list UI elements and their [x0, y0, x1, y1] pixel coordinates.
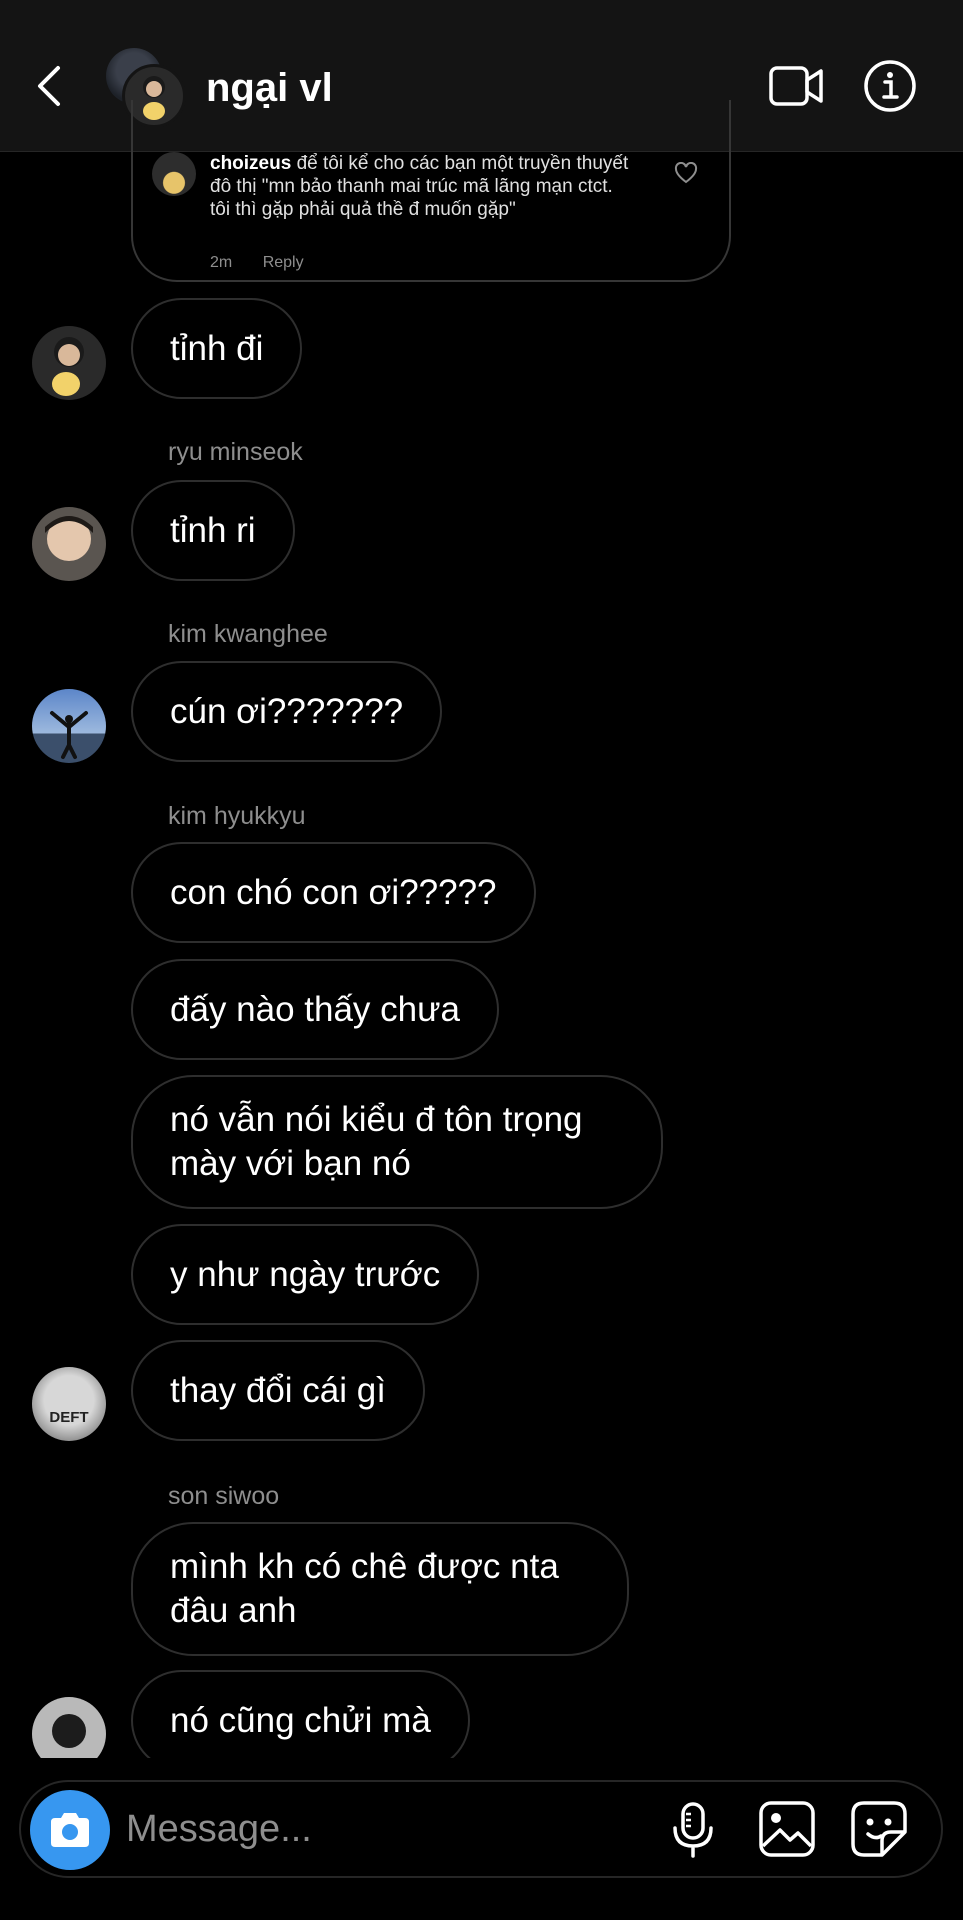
sender-name: kim kwanghee — [168, 620, 328, 648]
message-text: con chó con ơi????? — [170, 872, 497, 912]
avatar[interactable]: DEFT — [32, 1367, 106, 1441]
video-camera-icon[interactable] — [768, 60, 824, 112]
message-text: thay đổi cái gì — [170, 1370, 386, 1410]
message-text: mình kh có chê được nta đâu anh — [170, 1547, 559, 1630]
sender-name: son siwoo — [168, 1482, 280, 1510]
reply-preview-username: choizeus — [210, 153, 292, 174]
message-bubble[interactable]: cún ơi??????? — [131, 661, 443, 762]
avatar[interactable] — [32, 326, 106, 400]
reply-preview-time: 2m — [210, 254, 233, 271]
sender-name: ryu minseok — [168, 438, 303, 466]
message-text: đấy nào thấy chưa — [170, 989, 461, 1029]
sender-name: kim hyukkyu — [168, 802, 306, 830]
avatar[interactable] — [32, 689, 106, 763]
heart-icon[interactable] — [674, 162, 698, 184]
message-bubble[interactable]: tỉnh đi — [131, 298, 303, 399]
info-icon[interactable] — [862, 60, 918, 112]
message-input[interactable] — [126, 1800, 626, 1858]
message-bubble[interactable]: mình kh có chê được nta đâu anh — [131, 1522, 629, 1656]
message-bubble[interactable]: tỉnh ri — [131, 480, 295, 581]
message-bubble[interactable]: nó vẫn nói kiểu đ tôn trọng mày với bạn … — [131, 1075, 663, 1209]
gallery-icon[interactable] — [756, 1798, 818, 1860]
message-text: y như ngày trước — [170, 1254, 441, 1294]
avatar — [152, 152, 196, 196]
avatar-label: DEFT — [49, 1409, 88, 1426]
sticker-icon[interactable] — [848, 1798, 910, 1860]
message-text: tỉnh đi — [170, 328, 264, 368]
message-bubble[interactable]: đấy nào thấy chưa — [131, 959, 500, 1060]
camera-icon — [51, 1813, 89, 1847]
message-text: tỉnh ri — [170, 510, 256, 550]
reply-preview-text: choizeus để tôi kể cho các bạn một truyề… — [210, 152, 630, 221]
reply-preview-meta: 2m Reply — [210, 254, 330, 272]
avatar[interactable] — [32, 507, 106, 581]
camera-button[interactable] — [30, 1790, 110, 1870]
message-bubble[interactable]: y như ngày trước — [131, 1224, 480, 1325]
message-text: nó vẫn nói kiểu đ tôn trọng mày với bạn … — [170, 1100, 583, 1183]
message-text: cún ơi??????? — [170, 691, 404, 731]
message-text: nó cũng chửi mà — [170, 1700, 431, 1740]
message-bubble[interactable]: thay đổi cái gì — [131, 1340, 425, 1441]
chevron-left-icon[interactable] — [30, 58, 70, 114]
microphone-icon[interactable] — [662, 1798, 724, 1860]
message-bubble[interactable]: nó cũng chửi mà — [131, 1670, 470, 1771]
message-bubble[interactable]: con chó con ơi????? — [131, 842, 536, 943]
reply-preview-reply-link[interactable]: Reply — [263, 254, 304, 271]
